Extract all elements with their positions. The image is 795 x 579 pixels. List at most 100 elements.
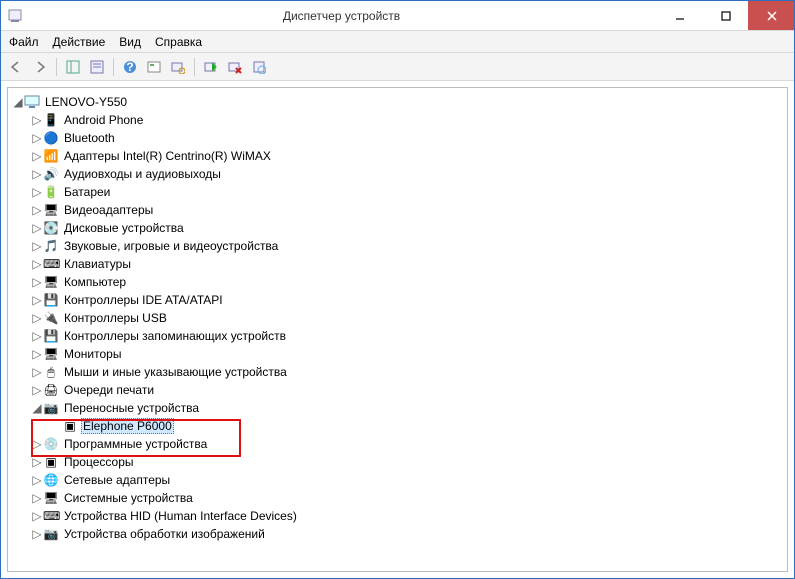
expand-arrow-icon[interactable]: ▷ bbox=[31, 509, 43, 523]
tree-node[interactable]: ▷ 🖥 Системные устройства bbox=[31, 489, 787, 506]
expand-arrow-icon[interactable]: ▷ bbox=[31, 149, 43, 163]
node-label[interactable]: Устройства обработки изображений bbox=[62, 527, 267, 541]
expand-arrow-icon[interactable]: ▷ bbox=[31, 185, 43, 199]
expand-arrow-icon[interactable]: ▷ bbox=[31, 221, 43, 235]
device-icon: ▣ bbox=[62, 418, 78, 434]
node-label[interactable]: Контроллеры запоминающих устройств bbox=[62, 329, 288, 343]
expand-arrow-icon[interactable]: ▷ bbox=[31, 275, 43, 289]
root-label[interactable]: LENOVO-Y550 bbox=[43, 95, 129, 109]
tree-node[interactable]: ▷ 🖱 Мыши и иные указывающие устройства bbox=[31, 363, 787, 380]
tree-node[interactable]: ▷ 💽 Дисковые устройства bbox=[31, 219, 787, 236]
tb-icon[interactable] bbox=[248, 56, 270, 78]
tree-node[interactable]: ▷ ▣ Процессоры bbox=[31, 453, 787, 470]
expand-arrow-icon[interactable]: ▷ bbox=[31, 329, 43, 343]
tb-icon[interactable] bbox=[143, 56, 165, 78]
tree-node[interactable]: ▷ ⌨ Устройства HID (Human Interface Devi… bbox=[31, 507, 787, 524]
tree-node[interactable]: ▷ 🌐 Сетевые адаптеры bbox=[31, 471, 787, 488]
minimize-button[interactable] bbox=[656, 1, 702, 30]
tree-node[interactable]: ▷ 🔋 Батареи bbox=[31, 183, 787, 200]
expand-arrow-icon[interactable]: ▷ bbox=[31, 491, 43, 505]
tree-node[interactable]: ▷ 🔵 Bluetooth bbox=[31, 129, 787, 146]
expand-arrow-icon[interactable]: ▷ bbox=[31, 437, 43, 451]
forward-button[interactable] bbox=[29, 56, 51, 78]
expand-arrow-icon[interactable]: ▷ bbox=[31, 527, 43, 541]
show-hide-tree-button[interactable] bbox=[62, 56, 84, 78]
tree-node[interactable]: ▷ 🖨 Очереди печати bbox=[31, 381, 787, 398]
node-label[interactable]: Очереди печати bbox=[62, 383, 156, 397]
close-button[interactable] bbox=[748, 1, 794, 30]
device-icon: 🖱 bbox=[43, 364, 59, 380]
menu-view[interactable]: Вид bbox=[119, 35, 141, 49]
help-button[interactable]: ? bbox=[119, 56, 141, 78]
tree-node[interactable]: ▷ 🖥 Видеоадаптеры bbox=[31, 201, 787, 218]
device-icon: ⌨ bbox=[43, 256, 59, 272]
tree-node[interactable]: ▷ 🎵 Звуковые, игровые и видеоустройства bbox=[31, 237, 787, 254]
menu-action[interactable]: Действие bbox=[53, 35, 106, 49]
expand-arrow-icon[interactable]: ▷ bbox=[31, 203, 43, 217]
tree-node[interactable]: ▷ ⌨ Клавиатуры bbox=[31, 255, 787, 272]
maximize-button[interactable] bbox=[702, 1, 748, 30]
node-label[interactable]: Компьютер bbox=[62, 275, 128, 289]
tree-node[interactable]: ▷ 💾 Контроллеры IDE ATA/ATAPI bbox=[31, 291, 787, 308]
tree-node[interactable]: ▷ 📶 Адаптеры Intel(R) Centrino(R) WiMAX bbox=[31, 147, 787, 164]
node-label[interactable]: Процессоры bbox=[62, 455, 136, 469]
node-label[interactable]: Bluetooth bbox=[62, 131, 117, 145]
tree-node[interactable]: ◢ 📷 Переносные устройства ▣ Elephone P60… bbox=[31, 399, 787, 434]
node-label[interactable]: Видеоадаптеры bbox=[62, 203, 155, 217]
node-label[interactable]: Мониторы bbox=[62, 347, 123, 361]
expand-arrow-icon[interactable]: ▷ bbox=[31, 257, 43, 271]
tree-node[interactable]: ▷ 🖥 Компьютер bbox=[31, 273, 787, 290]
node-label[interactable]: Клавиатуры bbox=[62, 257, 133, 271]
expand-arrow-icon[interactable]: ▷ bbox=[31, 455, 43, 469]
expand-arrow-icon[interactable]: ▷ bbox=[31, 311, 43, 325]
node-label[interactable]: Устройства HID (Human Interface Devices) bbox=[62, 509, 299, 523]
node-label[interactable]: Переносные устройства bbox=[62, 401, 201, 415]
update-driver-button[interactable] bbox=[200, 56, 222, 78]
expand-arrow-icon[interactable]: ▷ bbox=[31, 239, 43, 253]
node-label[interactable]: Мыши и иные указывающие устройства bbox=[62, 365, 289, 379]
tree-node[interactable]: ▷ 🔊 Аудиовходы и аудиовыходы bbox=[31, 165, 787, 182]
properties-button[interactable] bbox=[86, 56, 108, 78]
expand-arrow-icon[interactable]: ▷ bbox=[31, 365, 43, 379]
tree-child-node[interactable]: ▣ Elephone P6000 bbox=[50, 417, 787, 434]
node-label[interactable]: Программные устройства bbox=[62, 437, 209, 451]
node-label[interactable]: Дисковые устройства bbox=[62, 221, 186, 235]
node-label[interactable]: Контроллеры USB bbox=[62, 311, 169, 325]
root-node[interactable]: ◢ LENOVO-Y550 ▷ 📱 Android Phone ▷ 🔵 Blue… bbox=[12, 93, 787, 542]
expand-arrow-icon[interactable]: ◢ bbox=[31, 401, 43, 415]
node-label[interactable]: Android Phone bbox=[62, 113, 145, 127]
node-label[interactable]: Контроллеры IDE ATA/ATAPI bbox=[62, 293, 225, 307]
expand-arrow-icon[interactable]: ▷ bbox=[31, 347, 43, 361]
scan-hardware-button[interactable] bbox=[167, 56, 189, 78]
expand-arrow-icon[interactable]: ◢ bbox=[12, 95, 24, 109]
toolbar: ? bbox=[1, 53, 794, 81]
expand-arrow-icon[interactable]: ▷ bbox=[31, 473, 43, 487]
device-tree[interactable]: ◢ LENOVO-Y550 ▷ 📱 Android Phone ▷ 🔵 Blue… bbox=[7, 87, 788, 572]
device-icon: 🖥 bbox=[43, 346, 59, 362]
tree-node[interactable]: ▷ 💾 Контроллеры запоминающих устройств bbox=[31, 327, 787, 344]
expand-arrow-icon[interactable]: ▷ bbox=[31, 131, 43, 145]
expand-arrow-icon[interactable]: ▷ bbox=[31, 293, 43, 307]
menu-help[interactable]: Справка bbox=[155, 35, 202, 49]
device-icon: 🔌 bbox=[43, 310, 59, 326]
device-icon: 🖥 bbox=[43, 274, 59, 290]
tree-node[interactable]: ▷ 🖥 Мониторы bbox=[31, 345, 787, 362]
tree-node[interactable]: ▷ 📷 Устройства обработки изображений bbox=[31, 525, 787, 542]
tree-node[interactable]: ▷ 💿 Программные устройства bbox=[31, 435, 787, 452]
node-label[interactable]: Аудиовходы и аудиовыходы bbox=[62, 167, 223, 181]
node-label[interactable]: Elephone P6000 bbox=[81, 418, 174, 434]
uninstall-button[interactable] bbox=[224, 56, 246, 78]
expand-arrow-icon[interactable]: ▷ bbox=[31, 383, 43, 397]
node-label[interactable]: Сетевые адаптеры bbox=[62, 473, 172, 487]
node-label[interactable]: Звуковые, игровые и видеоустройства bbox=[62, 239, 280, 253]
expand-arrow-icon[interactable]: ▷ bbox=[31, 113, 43, 127]
tree-node[interactable]: ▷ 🔌 Контроллеры USB bbox=[31, 309, 787, 326]
node-label[interactable]: Батареи bbox=[62, 185, 112, 199]
device-icon: 🔵 bbox=[43, 130, 59, 146]
expand-arrow-icon[interactable]: ▷ bbox=[31, 167, 43, 181]
tree-node[interactable]: ▷ 📱 Android Phone bbox=[31, 111, 787, 128]
menu-file[interactable]: Файл bbox=[9, 35, 39, 49]
back-button[interactable] bbox=[5, 56, 27, 78]
node-label[interactable]: Системные устройства bbox=[62, 491, 195, 505]
node-label[interactable]: Адаптеры Intel(R) Centrino(R) WiMAX bbox=[62, 149, 273, 163]
